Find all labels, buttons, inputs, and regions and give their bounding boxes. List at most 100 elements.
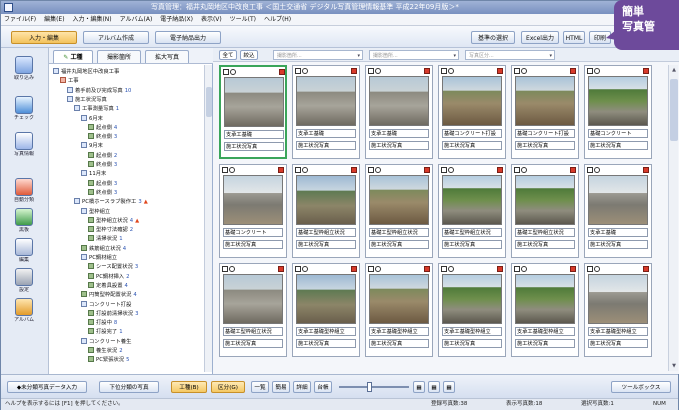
tree-node[interactable]: シース配置状況 3 bbox=[88, 263, 138, 271]
photo-caption-title[interactable]: 支承工基礎 bbox=[296, 129, 356, 138]
photo-caption-title[interactable]: 基礎コンクリート打設 bbox=[515, 129, 575, 138]
tree-node[interactable]: PC緊張状況 5 bbox=[88, 356, 129, 364]
photo-thumbnail[interactable] bbox=[296, 175, 356, 225]
photo-caption-type[interactable]: 施工状況写真 bbox=[442, 141, 502, 150]
photo-thumbnail[interactable] bbox=[369, 76, 429, 126]
app-icon[interactable] bbox=[4, 3, 13, 12]
grid-size-small-icon[interactable]: ▦ bbox=[413, 381, 425, 393]
photo-caption-title[interactable]: 支承工基礎 bbox=[588, 228, 648, 237]
work-type-button[interactable]: 工種(B) bbox=[171, 381, 207, 393]
detail-view-button[interactable]: 詳細 bbox=[293, 381, 311, 393]
tree-node[interactable]: 起点側 3 bbox=[88, 179, 117, 188]
tree-node[interactable]: PC橋ホースラブ製作工 3 ▲ bbox=[74, 198, 148, 206]
photo-caption-type[interactable]: 施工状況写真 bbox=[515, 339, 575, 348]
photo-thumbnail[interactable] bbox=[296, 274, 356, 324]
simple-view-button[interactable]: 簡易 bbox=[272, 381, 290, 393]
checkbox-icon[interactable] bbox=[368, 266, 374, 272]
photo-thumbnail[interactable] bbox=[588, 175, 648, 225]
photo-card[interactable]: 支承工基礎 施工状況写真 bbox=[365, 65, 433, 159]
photo-thumbnail[interactable] bbox=[223, 274, 283, 324]
show-all-button[interactable]: 全て bbox=[219, 50, 237, 60]
grid-scroll-thumb[interactable] bbox=[670, 79, 678, 141]
tab-e-delivery-output[interactable]: 電子納品出力 bbox=[155, 31, 221, 44]
photo-thumbnail[interactable] bbox=[442, 76, 502, 126]
photo-caption-title[interactable]: 基礎コンクリート bbox=[223, 228, 283, 237]
photo-card[interactable]: 基礎工型枠組立状況 施工状況写真 bbox=[511, 164, 579, 258]
photo-caption-title[interactable]: 基礎工型枠組立状況 bbox=[223, 327, 283, 336]
photo-caption-title[interactable]: 支承工基礎型枠組立 bbox=[442, 327, 502, 336]
photo-caption-title[interactable]: 支承工基礎型枠組立 bbox=[588, 327, 648, 336]
photo-card[interactable]: 基礎コンクリート 施工状況写真 bbox=[219, 164, 287, 258]
checkbox-icon[interactable] bbox=[295, 266, 301, 272]
photo-caption-title[interactable]: 基礎工型枠組立状況 bbox=[515, 228, 575, 237]
tab-album-create[interactable]: アルバム作成 bbox=[83, 31, 149, 44]
tree-node[interactable]: 終点側 3 bbox=[88, 161, 117, 169]
standard-select-button[interactable]: 基準の選択 bbox=[471, 31, 515, 44]
nav-album[interactable]: アルバム bbox=[4, 298, 44, 328]
subcategory-photos-button[interactable]: 下位分類の写真 bbox=[99, 381, 159, 393]
tree-node[interactable]: 打設完了 1 bbox=[88, 328, 123, 336]
nav-settings[interactable]: 設定 bbox=[4, 268, 44, 298]
photo-thumbnail[interactable] bbox=[515, 76, 575, 126]
photo-card[interactable]: 支承工基礎型枠組立 施工状況写真 bbox=[584, 263, 652, 357]
photo-card[interactable]: 基礎コンクリート 施工状況写真 bbox=[584, 65, 652, 159]
filter-select-3[interactable]: 写真区分... ▾ bbox=[465, 50, 555, 60]
photo-thumbnail[interactable] bbox=[515, 175, 575, 225]
grid-scrollbar[interactable]: ▲ ▼ bbox=[668, 65, 678, 371]
checkbox-icon[interactable] bbox=[587, 68, 593, 74]
scroll-down-icon[interactable]: ▼ bbox=[670, 362, 678, 370]
photo-caption-type[interactable]: 施工状況写真 bbox=[296, 339, 356, 348]
checkbox-icon[interactable] bbox=[441, 167, 447, 173]
photo-card[interactable]: 基礎工型枠組立状況 施工状況写真 bbox=[438, 164, 506, 258]
photo-caption-title[interactable]: 支承工基礎型枠組立 bbox=[369, 327, 429, 336]
nav-import[interactable]: 取り込み bbox=[4, 56, 44, 86]
menu-edit[interactable]: 編集(E) bbox=[41, 14, 67, 26]
tree-node[interactable]: PC鋼材挿入 2 bbox=[88, 272, 129, 281]
filter-select-1[interactable]: 撮影箇所... ▾ bbox=[273, 50, 363, 60]
photo-card[interactable]: 支承工基礎型枠組立 施工状況写真 bbox=[438, 263, 506, 357]
menu-help[interactable]: ヘルプ(H) bbox=[261, 14, 294, 26]
photo-card[interactable]: 支承工基礎型枠組立 施工状況写真 bbox=[365, 263, 433, 357]
tree-node[interactable]: 型枠組立 bbox=[81, 207, 110, 216]
menu-input-edit[interactable]: 入力・編集(N) bbox=[69, 14, 114, 26]
tree-node[interactable]: 11月末 bbox=[81, 170, 106, 178]
menu-e-delivery[interactable]: 電子納品(X) bbox=[157, 14, 196, 26]
grid-size-medium-icon[interactable]: ▦ bbox=[428, 381, 440, 393]
photo-thumbnail[interactable] bbox=[442, 274, 502, 324]
menu-tools[interactable]: ツール(T) bbox=[227, 14, 259, 26]
photo-thumbnail[interactable] bbox=[442, 175, 502, 225]
photo-card[interactable]: 基礎コンクリート打設 施工状況写真 bbox=[438, 65, 506, 159]
photo-caption-type[interactable]: 施工状況写真 bbox=[442, 339, 502, 348]
tree-node[interactable]: コンクリート打設 bbox=[81, 300, 131, 309]
photo-caption-title[interactable]: 支承工基礎型枠組立 bbox=[296, 327, 356, 336]
tree-node[interactable]: 打設前清掃状況 3 bbox=[88, 309, 138, 318]
photo-caption-type[interactable]: 施工状況写真 bbox=[588, 141, 648, 150]
photo-caption-type[interactable]: 施工状況写真 bbox=[369, 240, 429, 249]
nav-photo-info[interactable]: 写真情報 bbox=[4, 132, 44, 162]
photo-card[interactable]: 支承工基礎型枠組立 施工状況写真 bbox=[511, 263, 579, 357]
zoom-slider-knob[interactable] bbox=[367, 382, 372, 392]
tree-node[interactable]: 養生状況 2 bbox=[88, 347, 123, 355]
photo-card[interactable]: 支承工基礎 施工状況写真 bbox=[219, 65, 287, 159]
checkbox-icon[interactable] bbox=[514, 167, 520, 173]
photo-caption-title[interactable]: 支承工基礎 bbox=[369, 129, 429, 138]
tab-work-type[interactable]: ✎ 工種 bbox=[53, 50, 93, 63]
photo-card[interactable]: 基礎工型枠組立状況 施工状況写真 bbox=[365, 164, 433, 258]
photo-thumbnail[interactable] bbox=[588, 76, 648, 126]
html-button[interactable]: HTML bbox=[563, 31, 585, 44]
tree-scroll-thumb[interactable] bbox=[206, 87, 212, 117]
tree-node[interactable]: 工事測量写真 1 bbox=[74, 105, 119, 113]
tree-node[interactable]: 終点側 3 bbox=[88, 188, 117, 197]
menu-file[interactable]: ファイル(F) bbox=[1, 14, 39, 26]
photo-caption-type[interactable]: 施工状況写真 bbox=[515, 141, 575, 150]
tab-enlarged-photo[interactable]: 拡大写真 bbox=[145, 50, 189, 63]
photo-card[interactable]: 支承工基礎型枠組立 施工状況写真 bbox=[292, 263, 360, 357]
photo-caption-type[interactable]: 施工状況写真 bbox=[369, 339, 429, 348]
tree-node[interactable]: 起点側 2 bbox=[88, 151, 117, 160]
tree-scrollbar[interactable] bbox=[204, 65, 212, 372]
photo-thumbnail[interactable] bbox=[224, 77, 284, 127]
grid-size-large-icon[interactable]: ▦ bbox=[443, 381, 455, 393]
photo-caption-title[interactable]: 基礎コンクリート打設 bbox=[442, 129, 502, 138]
menu-album[interactable]: アルバム(A) bbox=[117, 14, 156, 26]
tree-node[interactable]: 終点側 3 bbox=[88, 133, 117, 141]
